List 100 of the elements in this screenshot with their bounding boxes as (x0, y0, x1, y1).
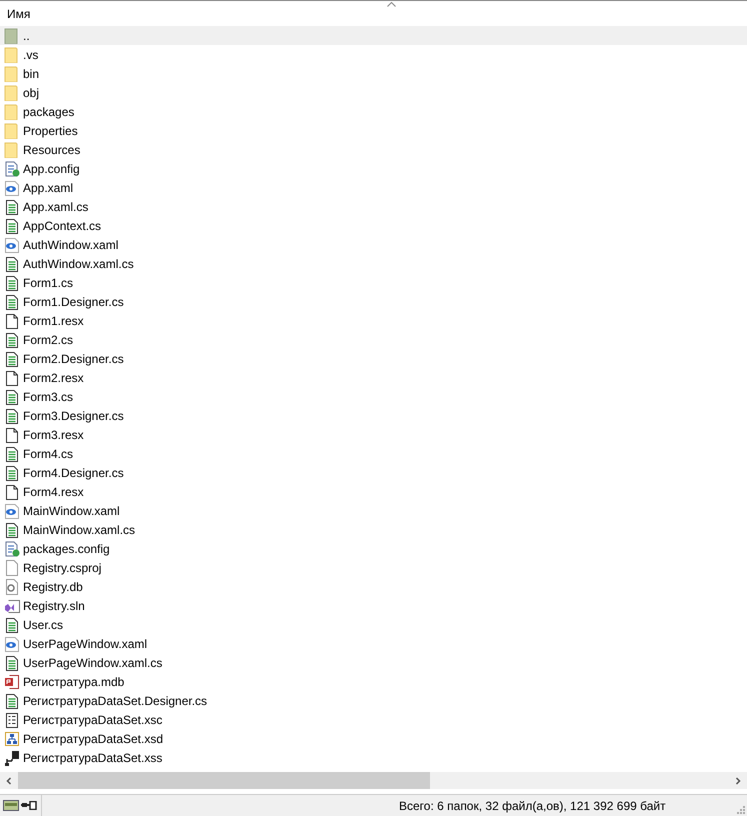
network-drive-icon[interactable] (21, 801, 37, 810)
file-name: РегистратураDataSet.xsd (23, 732, 164, 746)
file-name: Form1.cs (23, 276, 74, 290)
file-row[interactable]: App.xaml (0, 178, 747, 197)
file-row[interactable]: User.cs (0, 615, 747, 634)
drive-icon[interactable] (3, 800, 19, 811)
file-row[interactable]: packages (0, 102, 747, 121)
eye-file-icon (4, 502, 20, 518)
config-file-icon (4, 540, 20, 556)
file-row[interactable]: Form4.cs (0, 444, 747, 463)
file-name: Form3.cs (23, 390, 74, 404)
file-row[interactable]: App.config (0, 159, 747, 178)
file-row[interactable]: Form2.cs (0, 330, 747, 349)
file-name: packages (23, 104, 74, 118)
file-name: App.config (23, 162, 80, 176)
file-row[interactable]: .. (0, 26, 747, 45)
file-row[interactable]: Form2.resx (0, 368, 747, 387)
file-name: .vs (23, 48, 38, 62)
file-name: AppContext.cs (23, 218, 102, 232)
scroll-left-icon[interactable] (5, 776, 13, 784)
file-row[interactable]: Form1.cs (0, 273, 747, 292)
file-row[interactable]: Registry.sln (0, 596, 747, 615)
file-row[interactable]: Form4.resx (0, 482, 747, 501)
file-name: bin (23, 66, 40, 80)
file-row[interactable]: Form3.resx (0, 425, 747, 444)
file-icon (4, 312, 20, 328)
folder-icon (4, 122, 20, 138)
text-file-icon (4, 350, 20, 366)
file-row[interactable]: Form3.cs (0, 387, 747, 406)
file-row[interactable]: Form2.Designer.cs (0, 349, 747, 368)
text-file-icon (4, 616, 20, 632)
file-name: Form4.Designer.cs (23, 466, 124, 480)
horizontal-scrollbar[interactable] (0, 772, 747, 789)
file-name: РегистратураDataSet.xsc (23, 712, 162, 726)
file-row[interactable]: MainWindow.xaml.cs (0, 520, 747, 539)
file-name: Form2.Designer.cs (23, 352, 124, 366)
file-row[interactable]: Registry.db (0, 577, 747, 596)
file-name: Form1.Designer.cs (23, 294, 124, 308)
file-icon (4, 370, 20, 386)
folder-icon (4, 84, 20, 100)
file-name: Form1.resx (23, 314, 84, 328)
file-row[interactable]: MainWindow.xaml (0, 501, 747, 520)
eye-file-icon (4, 236, 20, 252)
file-name: Registry.csproj (23, 560, 102, 574)
diagram-file-icon (4, 730, 20, 746)
file-row[interactable]: Form4.Designer.cs (0, 463, 747, 482)
file-icon (4, 560, 20, 576)
solution-file-icon (4, 598, 20, 614)
file-row[interactable]: obj (0, 83, 747, 102)
file-name: Form3.Designer.cs (23, 408, 124, 422)
file-name: Registry.db (23, 580, 83, 594)
text-file-icon (4, 332, 20, 348)
file-name: Registry.sln (23, 598, 85, 612)
file-row[interactable]: AuthWindow.xaml.cs (0, 254, 747, 273)
file-row[interactable]: Form1.Designer.cs (0, 292, 747, 311)
file-row[interactable]: РегистратураDataSet.xsc (0, 710, 747, 729)
resize-grip-icon[interactable] (737, 806, 745, 814)
status-text: Всего: 6 папок, 32 файл(а,ов), 121 392 699 байт (399, 798, 666, 812)
file-row[interactable]: AuthWindow.xaml (0, 235, 747, 254)
file-row[interactable]: UserPageWindow.xaml (0, 634, 747, 653)
file-row[interactable]: App.xaml.cs (0, 197, 747, 216)
file-row[interactable]: Form1.resx (0, 311, 747, 330)
file-name: Регистратура.mdb (23, 674, 124, 688)
text-file-icon (4, 522, 20, 538)
file-row[interactable]: Регистратура.mdb (0, 672, 747, 691)
file-row[interactable]: Form3.Designer.cs (0, 406, 747, 425)
file-name: App.xaml.cs (23, 200, 88, 214)
text-file-icon (4, 198, 20, 214)
file-name: .. (23, 28, 30, 42)
text-file-icon (4, 274, 20, 290)
file-name: РегистратураDataSet.xss (23, 750, 162, 764)
folder-icon (4, 66, 20, 82)
scroll-right-icon[interactable] (734, 776, 742, 784)
scrollbar-thumb[interactable] (18, 772, 430, 789)
file-name: Form4.cs (23, 446, 74, 460)
file-name: obj (23, 86, 40, 100)
file-name: Resources (23, 142, 80, 156)
file-row[interactable]: РегистратураDataSet.xsd (0, 729, 747, 748)
file-row[interactable]: AppContext.cs (0, 216, 747, 235)
file-name: Form2.cs (23, 332, 74, 346)
file-row[interactable]: packages.config (0, 539, 747, 558)
file-row[interactable]: .vs (0, 45, 747, 64)
file-row[interactable]: РегистратураDataSet.xss (0, 748, 747, 767)
file-row[interactable]: Resources (0, 140, 747, 159)
file-row[interactable]: UserPageWindow.xaml.cs (0, 653, 747, 672)
file-name: App.xaml (23, 180, 74, 194)
file-name: UserPageWindow.xaml (23, 636, 148, 650)
file-row[interactable]: bin (0, 64, 747, 83)
file-name: Form4.resx (23, 484, 84, 498)
file-name: MainWindow.xaml.cs (23, 522, 136, 536)
text-file-icon (4, 218, 20, 234)
file-row[interactable]: Properties (0, 121, 747, 140)
file-row[interactable]: Registry.csproj (0, 558, 747, 577)
file-name: РегистратураDataSet.Designer.cs (23, 694, 208, 708)
file-name: MainWindow.xaml (23, 504, 120, 518)
text-file-icon (4, 388, 20, 404)
file-icon (4, 484, 20, 500)
file-row[interactable]: РегистратураDataSet.Designer.cs (0, 691, 747, 710)
text-file-icon (4, 692, 20, 708)
file-name: Form2.resx (23, 370, 84, 384)
